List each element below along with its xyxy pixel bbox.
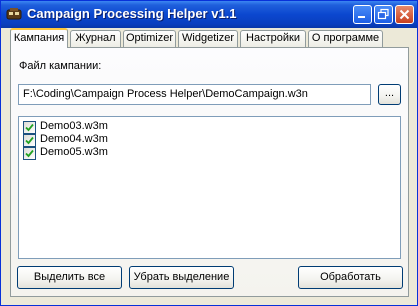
campaign-panel: Файл кампании: F:\Coding\Campaign Proces…: [10, 47, 409, 297]
list-item-label: Demo03.w3m: [40, 120, 108, 132]
checkmark-icon: [25, 136, 34, 145]
checkbox[interactable]: [23, 147, 36, 160]
restore-button[interactable]: [374, 5, 393, 24]
list-item-label: Demo05.w3m: [40, 146, 108, 158]
close-icon: [399, 9, 410, 20]
minimize-icon: [358, 16, 365, 18]
process-button[interactable]: Обработать: [298, 266, 403, 289]
file-path-input[interactable]: F:\Coding\Campaign Process Helper\DemoCa…: [18, 84, 371, 105]
minimize-button[interactable]: [353, 5, 372, 24]
tab-about[interactable]: О программе: [308, 30, 383, 47]
checkbox[interactable]: [23, 134, 36, 147]
tab-journal[interactable]: Журнал: [70, 30, 121, 47]
deselect-button[interactable]: Убрать выделение: [129, 266, 234, 289]
close-button[interactable]: [395, 5, 414, 24]
tab-optimizer[interactable]: Optimizer: [123, 30, 176, 47]
app-window: Campaign Processing Helper v1.1 Кампания…: [0, 0, 418, 306]
checkmark-icon: [25, 123, 34, 132]
tab-widgetizer[interactable]: Widgetizer: [178, 30, 238, 47]
checkbox[interactable]: [23, 121, 36, 134]
file-label: Файл кампании:: [19, 60, 102, 72]
select-all-button[interactable]: Выделить все: [17, 266, 122, 289]
app-icon: [6, 8, 22, 20]
tab-settings[interactable]: Настройки: [240, 30, 306, 47]
title-bar[interactable]: Campaign Processing Helper v1.1: [1, 1, 417, 28]
list-item-label: Demo04.w3m: [40, 133, 108, 145]
window-title: Campaign Processing Helper v1.1: [27, 6, 237, 21]
map-list[interactable]: Demo03.w3m Demo04.w3m Demo05.w3m: [18, 116, 401, 259]
tab-campaign[interactable]: Кампания: [10, 28, 68, 48]
restore-icon: [377, 8, 389, 20]
browse-button-label: ...: [384, 87, 395, 99]
browse-button[interactable]: ...: [378, 84, 401, 105]
checkmark-icon: [25, 149, 34, 158]
